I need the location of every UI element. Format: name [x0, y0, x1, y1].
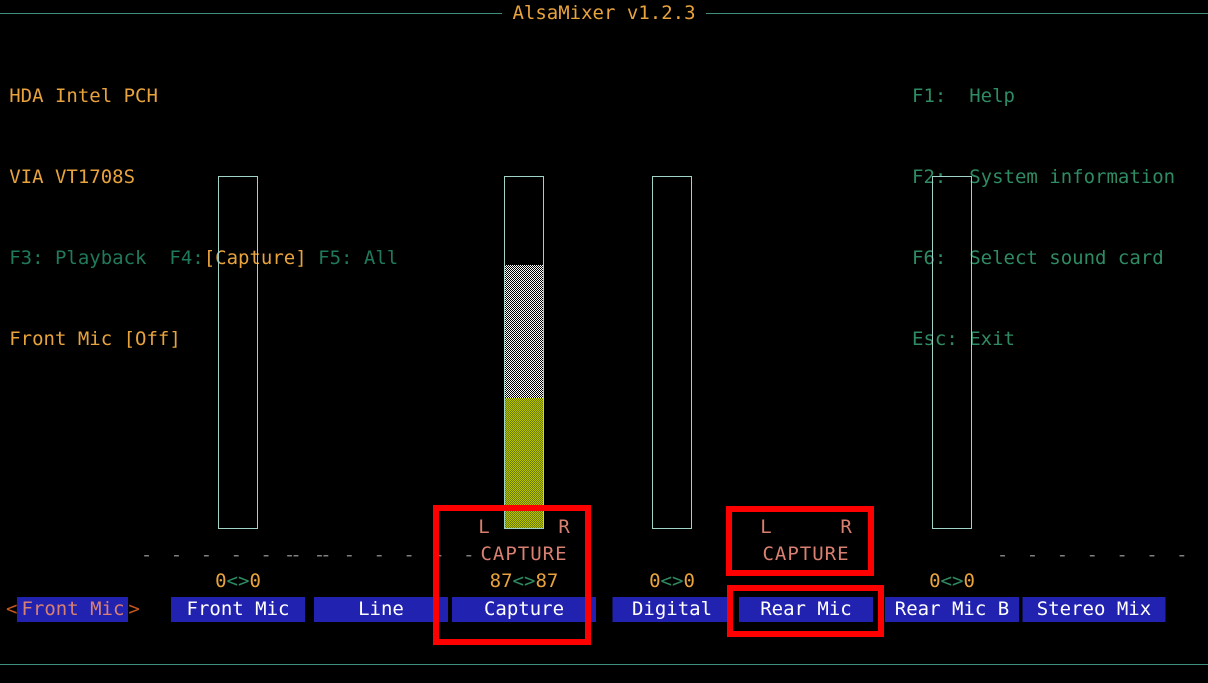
channel-name-chip[interactable]: Rear Mic	[739, 597, 873, 622]
capture-indicator: CAPTURE	[762, 543, 850, 565]
value-separator: <>	[940, 570, 964, 592]
channel-strip-container: - - - - - - -0<>0 Front Mic - - - - - - -L…	[0, 0, 1208, 683]
channel-name-chip[interactable]: Digital	[612, 597, 732, 622]
value-separator: <>	[660, 570, 684, 592]
muted-dashes: - - - - - - -	[996, 544, 1192, 566]
volume-bar[interactable]	[504, 176, 544, 529]
value-right: 0	[963, 570, 975, 592]
muted-dashes: - - - - - - -	[283, 544, 479, 566]
channel-strip[interactable]: 0<>0 Rear Mic B	[880, 0, 1024, 683]
current-item-name: Front Mic	[17, 597, 129, 622]
channel-name-chip[interactable]: Line	[314, 597, 448, 622]
capture-indicator: CAPTURE	[480, 543, 568, 565]
volume-bar[interactable]	[652, 176, 692, 529]
channel-values: 87<>87	[490, 569, 559, 593]
channel-name-chip[interactable]: Front Mic	[171, 597, 305, 622]
channel-lr-labels: L R	[478, 516, 570, 538]
volume-fill-upper	[505, 265, 543, 398]
bottom-separator	[0, 664, 1208, 665]
value-left: 0	[215, 570, 227, 592]
current-item-selector[interactable]: < Front Mic >	[6, 597, 140, 622]
value-right: 0	[683, 570, 695, 592]
next-item-arrow[interactable]: >	[128, 598, 139, 620]
value-left: 0	[929, 570, 941, 592]
channel-strip[interactable]: - - - - - - - Line	[284, 0, 475, 683]
volume-bar[interactable]	[218, 176, 258, 529]
channel-strip[interactable]: - - - - - - - Stereo Mix	[997, 0, 1188, 683]
value-right: 87	[535, 570, 559, 592]
channel-strip[interactable]: 0<>0 Digital	[600, 0, 744, 683]
prev-item-arrow[interactable]: <	[6, 598, 17, 620]
channel-name-chip[interactable]: Capture	[452, 597, 596, 622]
value-separator: <>	[226, 570, 250, 592]
volume-fill-lower	[505, 398, 543, 528]
channel-values: 0<>0	[929, 569, 975, 593]
channel-values: 0<>0	[215, 569, 261, 593]
volume-bar-fill	[505, 265, 543, 528]
channel-name-chip[interactable]: Stereo Mix	[1022, 597, 1166, 622]
value-left: 87	[489, 570, 513, 592]
channel-strip[interactable]: L R CAPTURE 87<>87 Capture	[452, 0, 596, 683]
channel-strip[interactable]: - - - - - - -0<>0 Front Mic	[141, 0, 332, 683]
channel-name-chip[interactable]: Rear Mic B	[885, 597, 1019, 622]
value-separator: <>	[512, 570, 536, 592]
channel-strip[interactable]: L R CAPTURE Rear Mic	[734, 0, 878, 683]
volume-bar[interactable]	[932, 176, 972, 529]
value-right: 0	[249, 570, 261, 592]
channel-values: 0<>0	[649, 569, 695, 593]
value-left: 0	[649, 570, 661, 592]
channel-lr-labels: L R	[760, 516, 852, 538]
